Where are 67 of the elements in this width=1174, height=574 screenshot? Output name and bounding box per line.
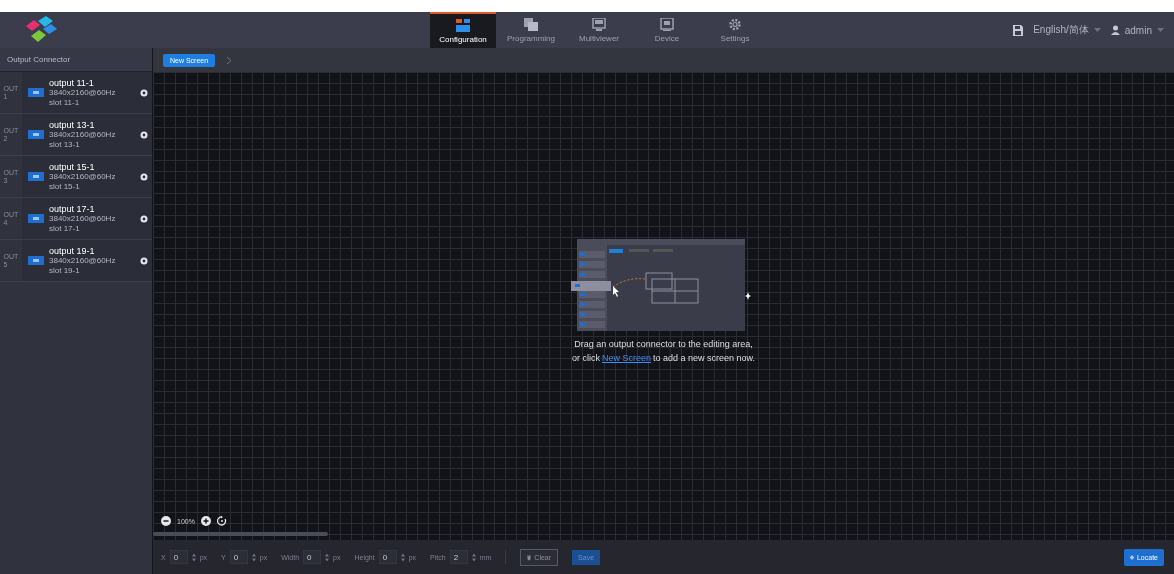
output-slot: slot 19-1 [49, 265, 133, 276]
output-connector-card[interactable]: output 11-1 3840x2160@60Hz slot 11-1 [22, 72, 152, 113]
output-connector-card[interactable]: output 17-1 3840x2160@60Hz slot 17-1 [22, 198, 152, 239]
output-resolution: 3840x2160@60Hz [49, 213, 117, 224]
output-connector-card[interactable]: output 19-1 3840x2160@60Hz slot 19-1 [22, 240, 152, 281]
output-connector-card[interactable]: output 13-1 3840x2160@60Hz slot 13-1 [22, 114, 152, 155]
settings-icon[interactable] [140, 214, 148, 223]
output-name: output 19-1 [49, 245, 95, 256]
scrollbar[interactable] [153, 532, 328, 536]
output-name: output 11-1 [49, 77, 94, 88]
zoom-in-icon[interactable] [200, 516, 211, 526]
trash-icon [527, 552, 532, 562]
device-icon [660, 17, 674, 31]
nav-tab[interactable]: Settings [702, 12, 768, 48]
nav-tab[interactable]: Programming [498, 12, 564, 48]
output-connector-card[interactable]: output 15-1 3840x2160@60Hz slot 15-1 [22, 156, 152, 197]
number-field[interactable]: 2 [449, 550, 468, 564]
output-resolution: 3840x2160@60Hz [49, 255, 117, 266]
settings-icon[interactable] [140, 130, 148, 139]
spinner-icon [251, 552, 256, 562]
nav-tab[interactable]: Configuration [430, 12, 496, 48]
spinner-icon [400, 552, 405, 562]
nav-tab[interactable]: Multiviewer [566, 12, 632, 48]
instruction-text: or click [571, 352, 600, 365]
output-slot: slot 11-1 [49, 97, 133, 108]
save-icon[interactable] [1013, 24, 1024, 36]
user-icon [1110, 25, 1120, 35]
connector-icon [28, 256, 44, 265]
instruction-text: Drag an output connector to the editing area, [574, 338, 753, 351]
reset-icon[interactable] [216, 516, 227, 526]
caret-icon [1093, 28, 1101, 32]
instruction-text: to add a new screen now. [653, 352, 756, 365]
number-field[interactable]: 0 [169, 550, 188, 564]
panel-title: Output Connector [0, 48, 152, 72]
output-slot: slot 13-1 [49, 139, 133, 150]
settings-icon [728, 17, 742, 31]
language-dropdown[interactable]: English/简体 [1033, 23, 1101, 37]
settings-icon[interactable] [140, 172, 148, 181]
output-slot: slot 15-1 [49, 181, 133, 192]
zoom-out-icon[interactable] [161, 516, 171, 526]
nav-tab[interactable]: Device [634, 12, 700, 48]
layers-icon [524, 17, 538, 31]
number-field[interactable]: 0 [229, 550, 248, 564]
spinner-icon [325, 552, 330, 562]
output-slot: slot 17-1 [49, 223, 133, 234]
number-field[interactable]: 0 [378, 550, 397, 564]
number-field[interactable]: 0 [303, 550, 322, 564]
spinner-icon [191, 552, 196, 562]
output-name: output 13-1 [49, 119, 95, 130]
spinner-icon [471, 552, 476, 562]
monitor-icon [592, 17, 606, 31]
user-menu[interactable]: admin [1110, 24, 1164, 36]
output-name: output 17-1 [49, 203, 95, 214]
connector-icon [28, 172, 44, 181]
grid-icon [456, 18, 470, 32]
connector-icon [28, 130, 44, 139]
settings-icon[interactable] [140, 256, 148, 265]
output-name: output 15-1 [49, 161, 95, 172]
crosshair-icon [1129, 552, 1134, 562]
output-resolution: 3840x2160@60Hz [49, 87, 117, 98]
connector-icon [28, 88, 44, 97]
caret-icon [1157, 28, 1164, 32]
new-screen-link[interactable]: New Screen [601, 351, 651, 365]
output-resolution: 3840x2160@60Hz [49, 129, 117, 140]
settings-icon[interactable] [140, 88, 148, 97]
output-resolution: 3840x2160@60Hz [49, 171, 117, 182]
connector-icon [28, 214, 44, 223]
